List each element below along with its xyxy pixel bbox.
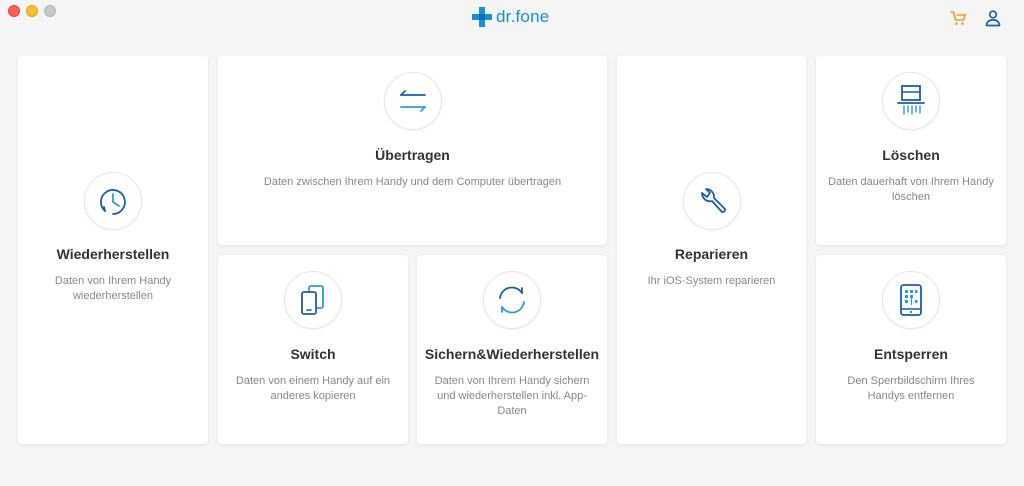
shredder-icon — [897, 85, 925, 115]
card-erase[interactable]: Löschen Daten dauerhaft von Ihrem Handy … — [816, 56, 1006, 245]
phone-unlock-icon — [900, 284, 922, 316]
card-repair-desc: Ihr iOS-System reparieren — [647, 275, 776, 287]
card-restore-icon-circle — [84, 172, 142, 230]
user-icon[interactable] — [984, 9, 1002, 27]
card-erase-title: Löschen — [882, 147, 940, 163]
card-repair-icon-circle — [683, 172, 741, 230]
window-minimize-button[interactable] — [26, 5, 38, 17]
window-maximize-button[interactable] — [44, 5, 56, 17]
card-unlock[interactable]: Entsperren Den Sperrbildschirm Ihres Han… — [816, 255, 1006, 444]
card-transfer[interactable]: Übertragen Daten zwischen Ihrem Handy un… — [218, 56, 607, 245]
card-repair-title: Reparieren — [674, 246, 749, 262]
card-backup-desc: Daten von Ihrem Handy sichern und wieder… — [434, 375, 590, 417]
card-backup-title: Sichern&Wiederherstellen — [424, 346, 600, 362]
card-backup-icon-circle — [483, 271, 541, 329]
card-restore-desc: Daten von Ihrem Handy wiederherstellen — [54, 275, 172, 302]
card-switch-desc: Daten von einem Handy auf ein anderes ko… — [235, 375, 391, 402]
card-transfer-title: Übertragen — [375, 147, 450, 163]
logo-text: dr.fone — [496, 7, 550, 26]
clock-icon — [100, 189, 126, 215]
card-transfer-icon-circle — [384, 72, 442, 130]
card-repair[interactable]: Reparieren Ihr iOS-System reparieren — [617, 56, 806, 444]
card-unlock-icon-circle — [882, 271, 940, 329]
card-restore[interactable]: Wiederherstellen Daten von Ihrem Handy w… — [18, 56, 208, 444]
card-transfer-desc: Daten zwischen Ihrem Handy und dem Compu… — [263, 176, 562, 188]
sync-icon — [499, 286, 525, 314]
card-restore-title: Wiederherstellen — [56, 246, 170, 262]
title-bar: dr.fone — [0, 0, 1024, 36]
wrench-icon — [701, 188, 726, 213]
window-close-button[interactable] — [8, 5, 20, 17]
card-unlock-title: Entsperren — [874, 346, 948, 362]
transfer-arrows-icon — [400, 90, 426, 112]
cart-icon[interactable] — [950, 9, 968, 27]
card-erase-icon-circle — [882, 72, 940, 130]
card-unlock-desc: Den Sperrbildschirm Ihres Handys entfern… — [847, 375, 975, 402]
card-switch-icon-circle — [284, 271, 342, 329]
plus-logo-icon — [472, 7, 492, 27]
card-backup[interactable]: Sichern&Wiederherstellen Daten von Ihrem… — [417, 255, 607, 444]
card-switch-title: Switch — [290, 346, 336, 362]
card-switch[interactable]: Switch Daten von einem Handy auf ein and… — [218, 255, 408, 444]
phone-switch-icon — [301, 285, 324, 315]
app-logo: dr.fone — [472, 6, 549, 28]
card-erase-desc: Daten dauerhaft von Ihrem Handy löschen — [828, 176, 994, 203]
